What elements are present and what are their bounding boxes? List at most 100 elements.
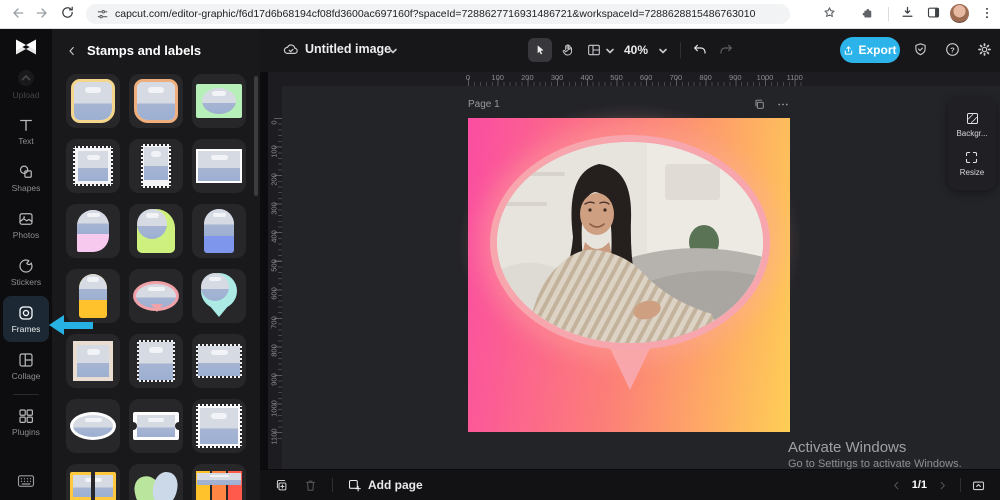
bookmark-star-icon[interactable] xyxy=(822,5,837,20)
stamp-photo-placeholder xyxy=(137,209,167,239)
site-settings-icon[interactable] xyxy=(96,8,109,21)
portrait-photo[interactable] xyxy=(497,142,763,343)
background-label: Backgr... xyxy=(956,128,988,138)
page-more-icon[interactable] xyxy=(776,98,790,111)
reload-icon[interactable] xyxy=(60,5,75,20)
sidebar-item-upload[interactable]: Upload xyxy=(3,61,49,107)
ruler-tick-label: 700 xyxy=(669,73,683,82)
chrome-divider xyxy=(888,7,889,21)
upload-icon xyxy=(16,68,36,88)
page-label[interactable]: Page 1 xyxy=(468,99,500,110)
stamp-blue-arch[interactable] xyxy=(192,204,246,258)
zoom-chevron-icon[interactable] xyxy=(658,46,668,56)
stamp-rounded-orange-frame[interactable] xyxy=(129,74,183,128)
watermark-title: Activate Windows xyxy=(788,439,907,456)
back-chevron-icon[interactable] xyxy=(66,45,78,57)
stamp-photo-placeholder xyxy=(198,346,240,376)
oval-frame[interactable] xyxy=(490,135,770,350)
back-icon[interactable] xyxy=(10,5,26,21)
speech-bubble-tail xyxy=(608,344,652,390)
sidebar-item-shapes[interactable]: Shapes xyxy=(3,155,49,201)
toolbar-divider xyxy=(680,42,681,58)
plugins-icon xyxy=(17,407,35,425)
sidebar-item-text[interactable]: Text xyxy=(3,108,49,154)
stamp-teal-map-pin[interactable] xyxy=(192,269,246,323)
prev-page-icon[interactable] xyxy=(891,480,902,491)
stamp-photo-placeholder xyxy=(200,408,238,444)
sidebar-item-collage[interactable]: Collage xyxy=(3,343,49,389)
stamp-organic-blobs[interactable] xyxy=(129,464,183,500)
document-title[interactable]: Untitled image xyxy=(305,42,391,56)
side-panel-icon[interactable] xyxy=(926,5,941,20)
stamp-rounded-yellow-frame[interactable] xyxy=(66,74,120,128)
stamp-postage-tall[interactable] xyxy=(129,139,183,193)
export-button[interactable]: Export xyxy=(840,37,900,63)
stamp-double-yellow[interactable] xyxy=(66,464,120,500)
stamp-white-oval[interactable] xyxy=(66,399,120,453)
extensions-icon[interactable] xyxy=(860,5,875,20)
stamp-perforated-square[interactable] xyxy=(129,334,183,388)
keyboard-shortcuts-icon[interactable] xyxy=(17,474,35,488)
add-page-label: Add page xyxy=(368,478,423,492)
select-tool-button[interactable] xyxy=(528,38,552,62)
duplicate-page-button[interactable] xyxy=(274,478,289,493)
zoom-level[interactable]: 40% xyxy=(624,43,648,57)
title-chevron-icon[interactable] xyxy=(388,46,398,56)
address-bar[interactable]: capcut.com/editor-graphic/f6d17d6b68194c… xyxy=(86,4,790,24)
canvas-tools-panel: Backgr... Resize xyxy=(948,98,996,190)
delete-page-button[interactable] xyxy=(303,478,318,493)
present-fullscreen-icon[interactable] xyxy=(971,478,986,493)
stickers-icon xyxy=(17,257,35,275)
duplicate-page-icon[interactable] xyxy=(753,98,766,111)
download-icon[interactable] xyxy=(900,5,915,20)
sidebar-item-stickers[interactable]: Stickers xyxy=(3,249,49,295)
undo-button[interactable] xyxy=(692,42,708,58)
stamp-shape xyxy=(201,273,237,319)
bottom-bar-divider xyxy=(332,478,333,492)
layout-chevron-icon[interactable] xyxy=(605,46,615,56)
resize-button[interactable]: Resize xyxy=(960,150,984,177)
sidebar-item-photos[interactable]: Photos xyxy=(3,202,49,248)
stamp-white-ticket[interactable] xyxy=(129,399,183,453)
windows-watermark: Activate Windows Go to Settings to activ… xyxy=(788,439,962,472)
stamp-postage-square[interactable] xyxy=(66,139,120,193)
stamp-photo-placeholder xyxy=(198,151,240,181)
stamp-perforated-rect[interactable] xyxy=(192,334,246,388)
stamp-shape xyxy=(196,404,242,448)
shield-check-icon[interactable] xyxy=(912,41,929,58)
sidebar-item-frames[interactable]: Frames xyxy=(3,296,49,342)
stamp-perforated-large[interactable] xyxy=(192,399,246,453)
stamp-shape xyxy=(71,79,115,123)
capcut-logo-icon[interactable] xyxy=(14,36,38,58)
settings-gear-icon[interactable] xyxy=(976,41,993,58)
stamp-color-bars[interactable] xyxy=(192,464,246,500)
panel-scrollbar[interactable] xyxy=(254,76,258,196)
layout-tool-button[interactable] xyxy=(586,42,602,58)
stamp-beige-torn[interactable] xyxy=(66,334,120,388)
redo-button[interactable] xyxy=(718,42,734,58)
background-button[interactable]: Backgr... xyxy=(956,111,988,138)
page-indicator: 1/1 xyxy=(911,479,927,491)
sidebar-item-plugins[interactable]: Plugins xyxy=(3,399,49,445)
forward-icon[interactable] xyxy=(34,5,50,21)
stamp-pink-leaf[interactable] xyxy=(66,204,120,258)
stamp-pink-speech-bubble[interactable] xyxy=(129,269,183,323)
canvas-workspace[interactable]: 0 100 200 300 400 500 600 700 800 900 1000 1100 0 10… xyxy=(268,72,1000,470)
design-page[interactable] xyxy=(468,118,790,432)
sidebar-item-label: Stickers xyxy=(10,277,42,288)
browser-chrome: capcut.com/editor-graphic/f6d17d6b68194c… xyxy=(0,0,1000,29)
ruler-tick-label: 300 xyxy=(269,201,279,215)
stamp-lime-arch[interactable] xyxy=(129,204,183,258)
help-icon[interactable]: ? xyxy=(944,41,961,58)
hand-tool-button[interactable] xyxy=(560,42,576,58)
watermark-subtitle: Go to Settings to activate Windows. xyxy=(788,457,962,470)
stamp-green-oval-label[interactable] xyxy=(192,74,246,128)
add-page-button[interactable]: Add page xyxy=(347,478,423,493)
stamp-photo-rect[interactable] xyxy=(192,139,246,193)
next-page-icon[interactable] xyxy=(937,480,948,491)
profile-avatar[interactable] xyxy=(950,4,969,23)
ruler-h-ticks xyxy=(468,72,802,86)
stamp-photo-placeholder xyxy=(73,475,113,497)
chrome-menu-icon[interactable] xyxy=(980,5,994,21)
url-text[interactable]: capcut.com/editor-graphic/f6d17d6b68194c… xyxy=(115,8,780,20)
